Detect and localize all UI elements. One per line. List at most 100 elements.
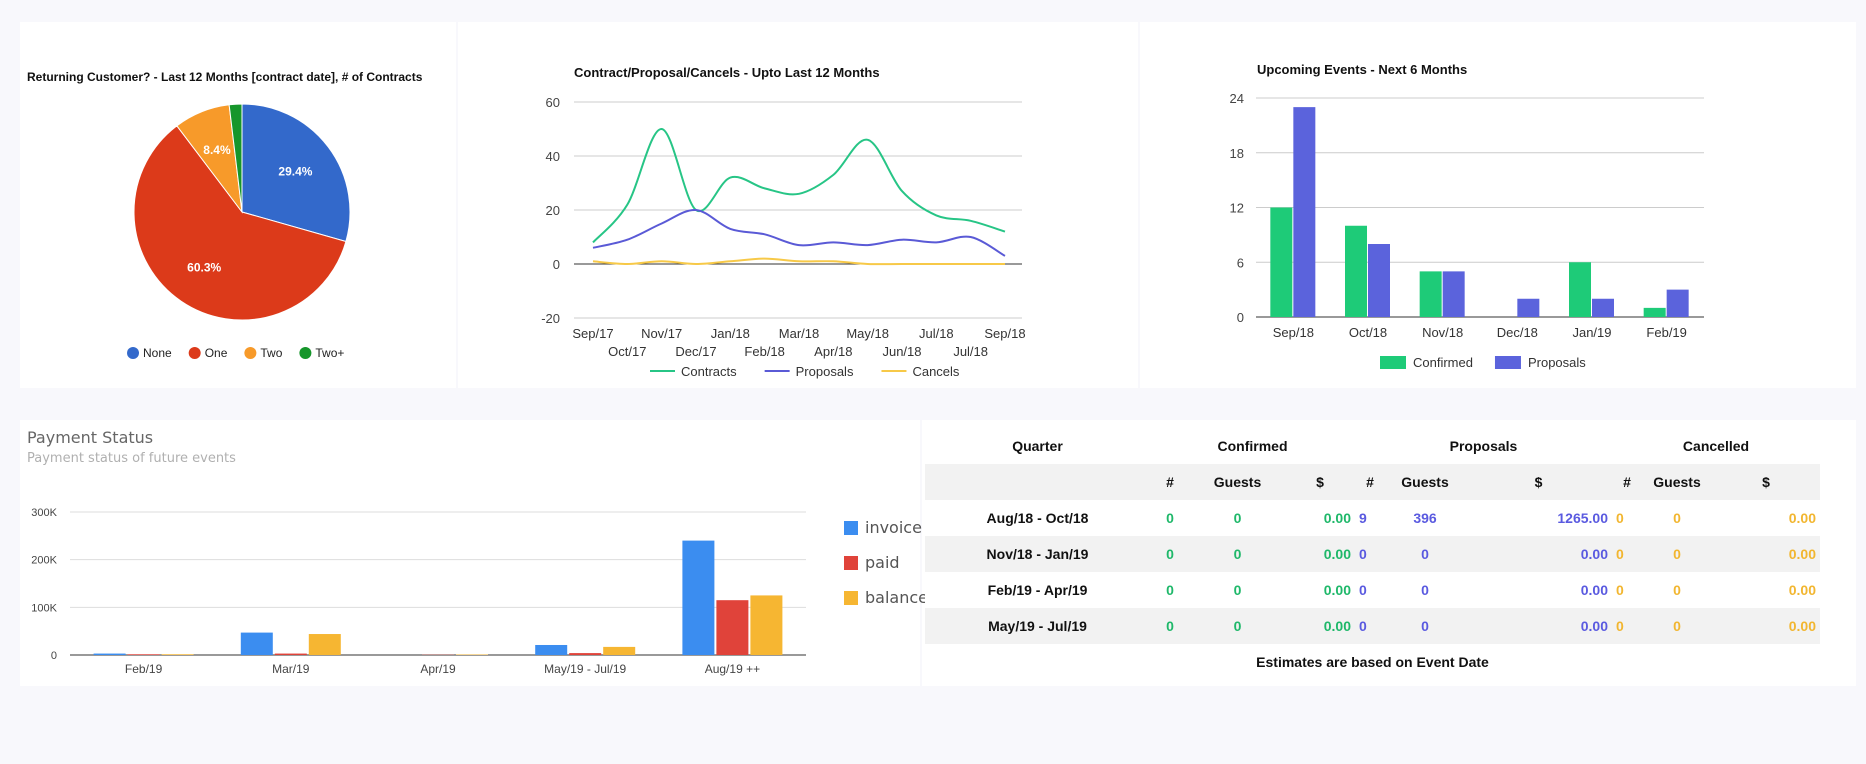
x-tick-label: Sep/18 (1273, 325, 1314, 340)
cell: 0 (1616, 510, 1624, 526)
cell: 0 (1355, 536, 1385, 572)
bar-invoice (682, 540, 715, 655)
quarter-table: Quarter Confirmed Proposals Cancelled # … (925, 428, 1820, 680)
subheader: $ (1465, 464, 1612, 500)
cell: 0.00 (1580, 582, 1608, 598)
cell: 0 (1355, 608, 1385, 644)
y-tick-label: 18 (1230, 146, 1244, 161)
bar-balance (750, 595, 783, 655)
col-cancelled: Cancelled (1682, 438, 1750, 454)
y-tick-label: 12 (1230, 201, 1244, 216)
cell: 0 (1673, 510, 1681, 526)
bar-paid (569, 653, 602, 655)
cell: 1265.00 (1557, 510, 1608, 526)
legend-invoice[interactable]: invoice (844, 510, 928, 545)
legend-swatch (844, 555, 858, 570)
cell: 0 (1642, 608, 1712, 644)
bar-paid (127, 654, 160, 655)
cell: 0.00 (1788, 510, 1816, 526)
cell: 9 (1359, 510, 1367, 526)
cell: 0 (1233, 582, 1242, 598)
legend-label: paid (865, 553, 900, 572)
table-subheader-row: # Guests $ # Guests $ # Guests $ (925, 464, 1820, 500)
cell: 0.00 (1465, 536, 1612, 572)
table-footer: Estimates are based on Event Date (925, 644, 1820, 680)
table-row: May/19 - Jul/19 0 0 0.00 0 0 0.00 0 0 0.… (925, 608, 1820, 644)
bar-proposals (1293, 107, 1316, 317)
bar-proposals (1442, 271, 1465, 317)
x-tick-label: Apr/19 (420, 662, 456, 676)
legend-label: balance (865, 588, 928, 607)
legend-swatch (1380, 356, 1406, 369)
cell: 0.00 (1285, 608, 1355, 644)
bar-invoice (535, 644, 568, 655)
cell: 0 (1616, 582, 1624, 598)
y-tick-label: 300K (31, 507, 57, 519)
cell: 0 (1612, 536, 1642, 572)
y-tick-label: 0 (1237, 310, 1244, 325)
cell: 0 (1673, 582, 1681, 598)
legend-balance[interactable]: balance (844, 580, 928, 615)
cell: 0.00 (1788, 582, 1816, 598)
legend-paid[interactable]: paid (844, 545, 928, 580)
x-tick-label: Mar/19 (272, 662, 310, 676)
cell: 0 (1642, 536, 1712, 572)
subheader: $ (1712, 464, 1820, 500)
subheader-empty (925, 464, 1150, 500)
cell: 0 (1421, 582, 1429, 598)
quarter-cell: May/19 - Jul/19 (925, 608, 1150, 644)
cell: 0.00 (1712, 536, 1820, 572)
bar-paid (274, 653, 307, 655)
cell: 0 (1385, 536, 1465, 572)
x-tick-label: Jan/19 (1572, 325, 1611, 340)
cell: 0.00 (1285, 536, 1355, 572)
legend-label: Proposals (1528, 355, 1586, 370)
cell: 0.00 (1712, 608, 1820, 644)
cell: 0 (1190, 536, 1285, 572)
subheader: Guests (1385, 464, 1465, 500)
bar-paid (716, 600, 749, 655)
y-tick-label: 24 (1230, 91, 1244, 106)
bar-balance (603, 646, 636, 655)
bar-proposals (1666, 289, 1689, 317)
payment-title: Payment Status (27, 428, 154, 447)
legend-swatch (1494, 356, 1521, 369)
col-confirmed: Confirmed (1217, 438, 1288, 454)
bar-proposals (1517, 298, 1540, 317)
legend-label: Confirmed (1413, 355, 1473, 370)
y-tick-label: 100K (31, 602, 57, 614)
subheader: # (1355, 464, 1385, 500)
subheader: $ (1285, 464, 1355, 500)
x-tick-label: Feb/19 (1646, 325, 1686, 340)
table-row: Aug/18 - Oct/18 0 0 0.00 9 396 1265.00 0… (925, 500, 1820, 536)
bar-proposals (1368, 244, 1390, 317)
payment-legend: invoice paid balance (844, 510, 928, 615)
payment-bar-chart: 300K 200K 100K 0 Feb/19 Mar/19 Apr/19 May/19 -… (31, 507, 806, 676)
subheader: Guests (1190, 464, 1285, 500)
cell: 0 (1166, 510, 1174, 526)
bar-invoice (93, 653, 126, 655)
upcoming-bar-chart: Upcoming Events - Next 6 Months 24 18 12 6 0… (1230, 62, 1704, 370)
cell: 0 (1150, 536, 1190, 572)
bar-confirmed (1569, 262, 1591, 317)
cell: 0.00 (1465, 608, 1612, 644)
subheader: Guests (1642, 464, 1712, 500)
x-tick-label: Feb/19 (125, 662, 163, 676)
legend-swatch (844, 520, 858, 535)
cell: 0 (1150, 608, 1190, 644)
y-tick-label: 6 (1237, 255, 1244, 270)
cell: 0 (1612, 608, 1642, 644)
quarter-cell: Nov/18 - Jan/19 (925, 536, 1150, 572)
y-tick-label: 200K (31, 555, 57, 567)
cell: 0 (1233, 510, 1242, 526)
x-tick-label: Oct/18 (1349, 325, 1387, 340)
x-tick-label: Aug/19 ++ (705, 662, 760, 676)
subheader: # (1612, 464, 1642, 500)
bar-balance (161, 654, 194, 655)
bar-confirmed (1345, 225, 1367, 317)
col-proposals: Proposals (1449, 438, 1518, 454)
subheader: # (1150, 464, 1190, 500)
col-quarter: Quarter (1012, 438, 1063, 454)
payment-subtitle: Payment status of future events (27, 451, 236, 466)
x-tick-label: Nov/18 (1422, 325, 1463, 340)
